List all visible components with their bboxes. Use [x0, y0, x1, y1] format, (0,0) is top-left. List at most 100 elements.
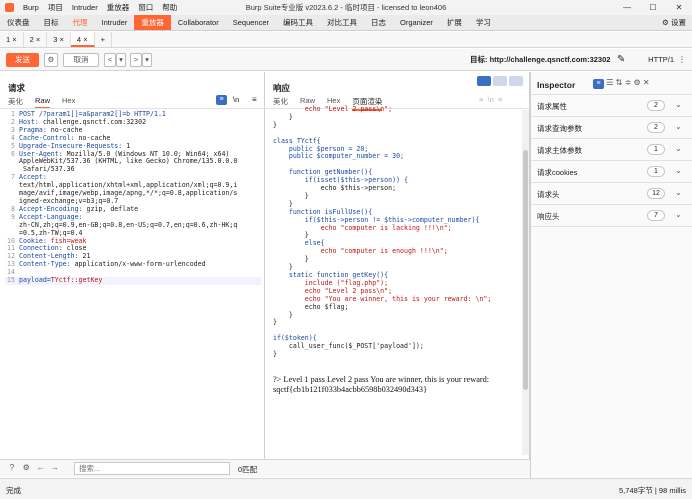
- next-match-icon[interactable]: →: [49, 462, 61, 474]
- chevron-down-icon[interactable]: ⌄: [675, 122, 682, 131]
- repeater-tab-2[interactable]: 2 ×: [24, 32, 48, 47]
- chevron-down-icon[interactable]: ⌄: [675, 100, 682, 109]
- split-vertical-icon[interactable]: [493, 76, 507, 86]
- target-label: 目标: http://challenge.qsnctf.com:32302: [470, 55, 611, 64]
- menu-item-5[interactable]: 帮助: [162, 3, 177, 12]
- chevron-down-icon[interactable]: ⌄: [675, 144, 682, 153]
- source-line: echo $flag;: [273, 302, 349, 311]
- row-label: 请求查询参数: [537, 124, 582, 133]
- inspector-row-cookies[interactable]: 请求cookies 1 ⌄: [531, 161, 692, 183]
- inspector-row-response-headers[interactable]: 响应头 7 ⌄: [531, 205, 692, 227]
- settings-label: 设置: [671, 18, 686, 27]
- response-scrollbar[interactable]: [522, 110, 529, 455]
- sort-icon[interactable]: ⇅: [616, 78, 623, 87]
- rendered-page-source: echo "Level 2 pass\n"; }} class TYctf{ pu…: [273, 105, 521, 359]
- single-pane-icon[interactable]: [509, 76, 523, 86]
- tab-learn[interactable]: 学习: [469, 15, 498, 30]
- forward-dropdown-icon[interactable]: ▾: [142, 53, 152, 67]
- tab-extensions[interactable]: 扩展: [440, 15, 469, 30]
- back-dropdown-icon[interactable]: ▾: [116, 53, 126, 67]
- tab-intruder[interactable]: Intruder: [95, 15, 135, 30]
- tab-target[interactable]: 目标: [37, 15, 66, 30]
- source-line: }: [273, 350, 277, 359]
- settings-button[interactable]: ⚙ 设置: [662, 15, 686, 31]
- window-controls: — ☐ ✕: [614, 0, 692, 15]
- source-line: }: [273, 318, 277, 327]
- split-horizontal-icon[interactable]: [477, 76, 491, 86]
- line-number: 7: [11, 173, 15, 182]
- wrap-lines-icon[interactable]: ≡: [216, 95, 227, 105]
- header-value: gzip, deflate: [86, 204, 139, 213]
- menu-item-4[interactable]: 窗口: [138, 3, 153, 12]
- inspector-row-request-headers[interactable]: 请求头 12 ⌄: [531, 183, 692, 205]
- help-icon[interactable]: ?: [6, 462, 18, 474]
- tab-comparer[interactable]: 对比工具: [320, 15, 364, 30]
- back-button[interactable]: <: [104, 53, 116, 67]
- scrollbar-thumb[interactable]: [523, 150, 528, 390]
- source-line: public $computer_number = 30;: [273, 152, 405, 161]
- menu-item-1[interactable]: 项目: [48, 3, 63, 12]
- more-options-icon[interactable]: ⋮: [678, 55, 686, 64]
- inspector-row-query-params[interactable]: 请求查询参数 2 ⌄: [531, 117, 692, 139]
- inspector-row-body-params[interactable]: 请求主体参数 1 ⌄: [531, 139, 692, 161]
- repeater-tab-3[interactable]: 3 ×: [47, 32, 71, 47]
- tab-logger[interactable]: 日志: [364, 15, 393, 30]
- line-number: 6: [11, 149, 15, 158]
- chevron-down-icon[interactable]: ⌄: [675, 210, 682, 219]
- chevron-down-icon[interactable]: ⌄: [675, 188, 682, 197]
- tab-repeater[interactable]: 重放器: [134, 15, 171, 30]
- close-button[interactable]: ✕: [666, 0, 692, 15]
- chevron-down-icon[interactable]: ⌄: [675, 166, 682, 175]
- add-tab-button[interactable]: +: [95, 32, 112, 47]
- http-version-selector[interactable]: HTTP/1: [648, 53, 674, 67]
- search-input[interactable]: [74, 462, 230, 475]
- close-icon[interactable]: ✕: [643, 78, 650, 87]
- response-size-time: 5,748字节 | 98 millis: [619, 486, 686, 495]
- repeater-tab-1[interactable]: 1 ×: [0, 32, 24, 47]
- tab-proxy[interactable]: 代理: [66, 15, 95, 30]
- send-button[interactable]: 发送: [6, 53, 39, 67]
- tab-collaborator[interactable]: Collaborator: [171, 15, 226, 30]
- tab-sequencer[interactable]: Sequencer: [226, 15, 276, 30]
- cancel-button[interactable]: 取消: [63, 53, 99, 67]
- header-key: Upgrade-Insecure-Requests:: [19, 141, 127, 150]
- forward-button[interactable]: >: [130, 53, 142, 67]
- menu-item-0[interactable]: Burp: [23, 3, 39, 12]
- rendered-line-1: ?> Level 1 pass Level 2 pass You are win…: [273, 375, 490, 384]
- tab-organizer[interactable]: Organizer: [393, 15, 440, 30]
- header-key: Accept:: [19, 173, 51, 182]
- gear-icon[interactable]: ⚙: [44, 53, 58, 67]
- header-key: POST /?param1[]=a&param2[]=b HTTP/1.1: [19, 110, 166, 118]
- tab-dashboard[interactable]: 仪表盘: [0, 15, 37, 30]
- repeater-toolbar: 发送 ⚙ 取消 < ▾ > ▾ 目标: http://challenge.qsn…: [0, 49, 692, 71]
- edit-target-pencil-icon[interactable]: ✎: [617, 54, 625, 65]
- row-count-badge: 2: [647, 122, 665, 133]
- gear-icon: ⚙: [662, 18, 669, 27]
- show-nonprintable-toggle[interactable]: \n: [233, 95, 239, 104]
- grid-view-icon[interactable]: ☰: [606, 78, 613, 87]
- row-count-badge: 1: [647, 166, 665, 177]
- menu-item-2[interactable]: Intruder: [72, 3, 98, 12]
- settings-icon[interactable]: ⚙: [634, 78, 641, 87]
- row-label: 请求cookies: [537, 168, 578, 177]
- repeater-tab-4[interactable]: 4 ×: [70, 32, 95, 47]
- row-count-badge: 7: [647, 210, 665, 221]
- maximize-button[interactable]: ☐: [640, 0, 666, 15]
- inspector-title: Inspector: [537, 80, 576, 90]
- request-editor[interactable]: 1 POST /?param1[]=a&param2[]=b HTTP/1.1 2 H…: [5, 110, 261, 285]
- row-label: 请求头: [537, 190, 560, 199]
- request-line[interactable]: 13 Content-Type: application/x-www-form-u…: [5, 260, 261, 269]
- request-line[interactable]: 15 payload=TYctf::getKey: [5, 276, 261, 285]
- previous-match-icon[interactable]: ←: [34, 462, 46, 474]
- gear-icon[interactable]: ⚙: [20, 462, 32, 474]
- list-view-icon[interactable]: ≡: [593, 79, 604, 89]
- layout-toggle: [477, 76, 523, 86]
- minimize-button[interactable]: —: [614, 0, 640, 15]
- tab-decoder[interactable]: 编码工具: [276, 15, 320, 30]
- collapse-all-icon[interactable]: ≑: [625, 78, 632, 87]
- inspector-row-request-attributes[interactable]: 请求属性 2 ⌄: [531, 95, 692, 117]
- menu-item-3[interactable]: 重放器: [107, 3, 130, 12]
- menu-icon[interactable]: ≡: [252, 95, 257, 104]
- response-bottom-bar: [265, 459, 530, 477]
- title-bar: Burp 项目 Intruder 重放器 窗口 帮助 Burp Suite专业版 v202…: [0, 0, 692, 15]
